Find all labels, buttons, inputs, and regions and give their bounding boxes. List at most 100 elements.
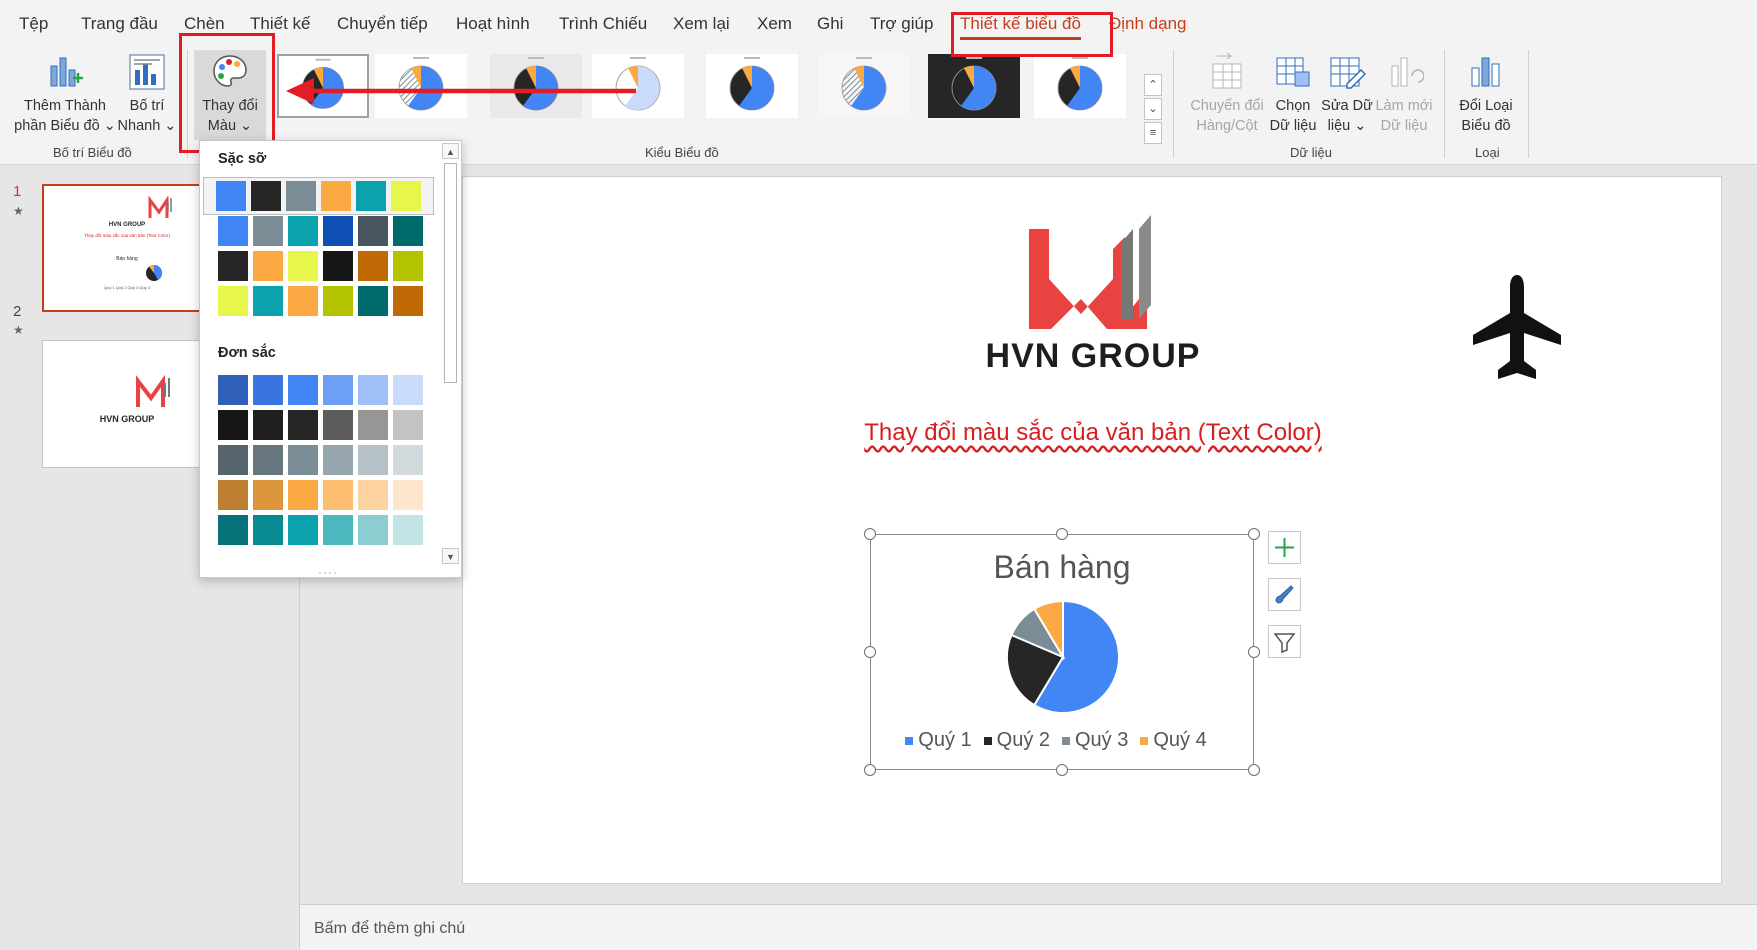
subtitle-text[interactable]: Thay đổi màu sắc của văn bản (Text Color… [803,419,1383,447]
legend-marker-icon [1140,736,1149,745]
change-chart-type-label-2: Biểu đồ [1461,118,1511,134]
color-swatch [393,375,423,405]
color-swatch [286,181,316,211]
dropdown-scrollbar[interactable]: ▲ ▼ [442,143,459,566]
group-label-chart-layouts: Bố trí Biểu đồ [53,145,132,160]
tab-2[interactable]: Chèn [184,14,225,34]
scrollbar-thumb[interactable] [444,163,457,383]
quick-layout-label-1: Bố trí [129,98,165,114]
resize-handle[interactable] [864,646,876,658]
slide-thumbnail-1[interactable]: HVN GROUP Thay đổi màu sắc của văn bản (… [42,184,212,312]
legend-item-2[interactable]: Quý 2 [983,729,1050,751]
pie-chart [1006,599,1120,714]
chart-style-thumbnail[interactable] [1034,54,1126,118]
monochromatic-palette-option-4[interactable] [218,480,423,510]
tab-6[interactable]: Trình Chiếu [559,14,647,34]
resize-handle[interactable] [864,528,876,540]
color-swatch [288,251,318,281]
resize-handle[interactable] [1248,646,1260,658]
color-swatch [253,375,283,405]
scroll-down-arrow-icon[interactable]: ▼ [442,548,459,564]
group-label-data: Dữ liệu [1290,145,1332,160]
color-swatch [321,181,351,211]
chart-elements-button[interactable] [1268,531,1301,564]
resize-handle[interactable] [1056,764,1068,776]
color-swatch [218,286,248,316]
monochromatic-palette-option-2[interactable] [218,410,423,440]
legend-item-1[interactable]: Quý 1 [905,729,972,751]
color-swatch [218,375,248,405]
chart-frame[interactable]: Bán hàng Quý 1 Quý 2 Quý 3 Quý 4 [870,534,1254,770]
monochromatic-palette-option-1[interactable] [218,375,423,405]
colorful-palette-option-2[interactable] [218,216,423,246]
chart-style-thumbnail[interactable] [706,54,798,118]
slide-canvas[interactable]: HVN GROUP Thay đổi màu sắc của văn bản (… [462,176,1722,884]
color-swatch [216,181,246,211]
thumb-chart-title: Bán hàng [116,256,138,262]
legend-item-4[interactable]: Quý 4 [1140,729,1207,751]
gallery-scroll-down[interactable]: ⌄ [1144,98,1162,120]
plus-icon [1275,538,1294,557]
tab-1[interactable]: Trang đầu [81,14,158,34]
hvn-logo-icon [1029,215,1151,329]
chart-styles-button[interactable] [1268,578,1301,611]
add-chart-element-label-2: phần Biểu đồ ⌄ [14,118,116,134]
color-swatch [288,375,318,405]
tab-12[interactable]: Định dạng [1109,14,1187,34]
add-chart-element-icon [50,57,83,87]
resize-grip-icon[interactable]: ···· [318,565,338,579]
color-swatch [358,216,388,246]
legend-marker-icon [1062,736,1070,745]
change-chart-type-button[interactable]: Đổi Loại Biểu đồ [1452,52,1520,136]
tab-5[interactable]: Hoạt hình [456,14,530,34]
tab-7[interactable]: Xem lại [673,14,730,34]
tab-9[interactable]: Ghi [817,14,843,34]
color-swatch [393,216,423,246]
tab-8[interactable]: Xem [757,14,792,34]
color-swatch [218,480,248,510]
thumb-legend: Quý 1 Quý 2 Quý 3 Quý 4 [103,285,151,290]
notes-pane[interactable]: Bấm để thêm ghi chú [300,904,1757,950]
chart-style-thumbnail[interactable] [818,54,910,118]
tab-3[interactable]: Thiết kế [250,14,310,34]
resize-handle[interactable] [1056,528,1068,540]
quick-layout-button[interactable]: Bố trí Nhanh ⌄ [116,52,178,136]
monochromatic-palette-option-5[interactable] [218,515,423,545]
change-colors-dropdown: Sặc sỡ Đơn sắc ▲ ▼ ···· [199,140,462,579]
color-swatch [288,445,318,475]
color-swatch [393,410,423,440]
scroll-up-arrow-icon[interactable]: ▲ [442,143,459,159]
colorful-palette-option-1[interactable] [203,177,434,215]
tab-0[interactable]: Tệp [19,14,48,34]
chart-filters-button[interactable] [1268,625,1301,658]
color-swatch [323,445,353,475]
style-pie-icon [841,57,887,111]
switch-row-column-button[interactable]: Chuyển đổi Hàng/Cột [1184,52,1270,136]
gallery-scroll-up[interactable]: ⌃ [1144,74,1162,96]
gallery-more[interactable]: ≡ [1144,122,1162,144]
tab-10[interactable]: Trợ giúp [870,14,933,34]
edit-data-button[interactable]: Sửa Dữ liệu ⌄ [1318,52,1376,136]
resize-handle[interactable] [1248,528,1260,540]
style-pie-icon [1057,57,1103,111]
tab-4[interactable]: Chuyển tiếp [337,14,428,34]
color-swatch [358,375,388,405]
colorful-palette-option-4[interactable] [218,286,423,316]
monochromatic-palette-option-3[interactable] [218,445,423,475]
notes-placeholder[interactable]: Bấm để thêm ghi chú [314,920,465,938]
slide-thumbnail-2[interactable]: HVN GROUP [42,340,212,468]
color-swatch [323,251,353,281]
group-label-type: Loại [1475,145,1500,160]
color-swatch [218,445,248,475]
legend-item-3[interactable]: Quý 3 [1062,729,1128,751]
color-swatch [218,251,248,281]
chart-style-thumbnail[interactable] [928,54,1020,118]
refresh-data-button[interactable]: Làm mới Dữ liệu [1372,52,1436,136]
select-data-button[interactable]: Chọn Dữ liệu [1266,52,1320,136]
switch-row-column-icon [1212,52,1242,89]
add-chart-element-button[interactable]: Thêm Thành phần Biểu đồ ⌄ [10,52,120,136]
resize-handle[interactable] [1248,764,1260,776]
resize-handle[interactable] [864,764,876,776]
ribbon-separator [1528,50,1529,158]
colorful-palette-option-3[interactable] [218,251,423,281]
